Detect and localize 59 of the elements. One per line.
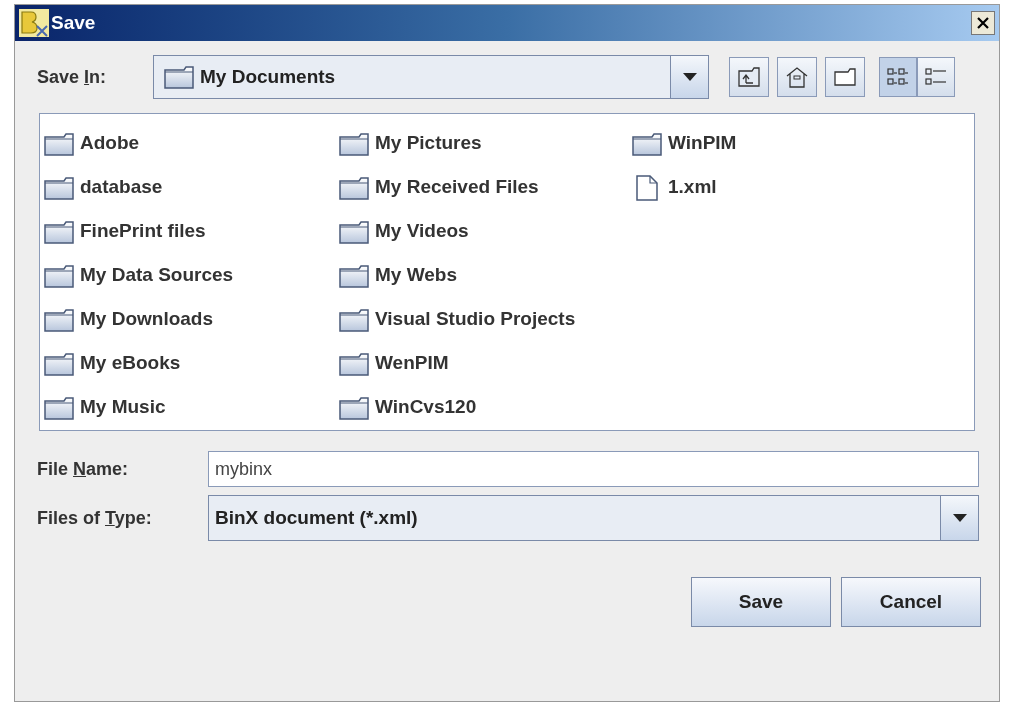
caret-icon bbox=[682, 73, 697, 81]
folder-icon bbox=[44, 263, 74, 288]
folder-icon bbox=[44, 175, 74, 200]
folder-icon bbox=[632, 131, 662, 156]
file-list-item[interactable]: Adobe bbox=[80, 129, 140, 158]
file-list-item[interactable]: My Received Files bbox=[375, 173, 539, 202]
folder-icon bbox=[44, 219, 74, 244]
toolbar-button[interactable] bbox=[729, 57, 769, 97]
folder-icon bbox=[339, 351, 369, 376]
folder-icon bbox=[339, 395, 369, 420]
home-icon bbox=[786, 66, 808, 88]
folder-up-icon bbox=[738, 67, 760, 87]
file-list-item[interactable]: FinePrint files bbox=[80, 217, 206, 246]
folder-icon bbox=[44, 351, 74, 376]
file-name-field[interactable]: mybinx bbox=[208, 451, 979, 487]
file-list-item[interactable]: My Videos bbox=[375, 217, 469, 246]
folder-icon bbox=[44, 307, 74, 332]
file-list-item[interactable]: My Downloads bbox=[80, 305, 213, 334]
window-title: Save bbox=[51, 10, 96, 35]
file-list-item[interactable]: WinCvs120 bbox=[375, 393, 477, 422]
dialog-button[interactable]: Save bbox=[691, 577, 831, 627]
details-view-icon bbox=[925, 67, 947, 87]
file-list-item[interactable]: WenPIM bbox=[375, 349, 449, 378]
file-list-item[interactable]: 1.xml bbox=[668, 173, 717, 202]
file-name-label: File Name: bbox=[37, 457, 129, 481]
document-icon bbox=[636, 174, 658, 201]
save-in-label: Save In: bbox=[37, 65, 107, 89]
folder-icon bbox=[339, 219, 369, 244]
folder-icon bbox=[44, 131, 74, 156]
folder-icon bbox=[339, 175, 369, 200]
file-list-item[interactable]: My eBooks bbox=[80, 349, 181, 378]
file-list-item[interactable]: My Music bbox=[80, 393, 166, 422]
toolbar-button[interactable] bbox=[825, 57, 865, 97]
file-list-item[interactable]: database bbox=[80, 173, 163, 202]
view-toggle-button[interactable] bbox=[879, 57, 917, 97]
save-in-dropdown[interactable]: My Documents bbox=[153, 55, 709, 99]
dialog-button[interactable]: Cancel bbox=[841, 577, 981, 627]
file-type-value: BinX document (*.xml) bbox=[215, 505, 419, 530]
toolbar-button[interactable] bbox=[777, 57, 817, 97]
folder-icon bbox=[339, 307, 369, 332]
file-list-item[interactable]: My Webs bbox=[375, 261, 457, 290]
folder-icon bbox=[339, 263, 369, 288]
file-type-label: Files of Type: bbox=[37, 506, 152, 530]
close-icon bbox=[977, 17, 989, 29]
folder-icon bbox=[834, 68, 856, 86]
view-toggle-button[interactable] bbox=[917, 57, 955, 97]
folder-icon bbox=[339, 131, 369, 156]
save-in-value: My Documents bbox=[200, 64, 337, 89]
close-button[interactable] bbox=[971, 11, 995, 35]
folder-icon bbox=[164, 65, 194, 89]
folder-icon bbox=[44, 395, 74, 420]
file-type-dropdown[interactable]: BinX document (*.xml) bbox=[208, 495, 979, 541]
list-view-icon bbox=[887, 67, 909, 87]
caret-icon bbox=[952, 514, 967, 522]
file-list-item[interactable]: My Pictures bbox=[375, 129, 482, 158]
app-logo-icon bbox=[19, 9, 49, 37]
file-list-item[interactable]: My Data Sources bbox=[80, 261, 234, 290]
file-list-item[interactable]: Visual Studio Projects bbox=[375, 305, 576, 334]
file-list-item[interactable]: WinPIM bbox=[668, 129, 737, 158]
